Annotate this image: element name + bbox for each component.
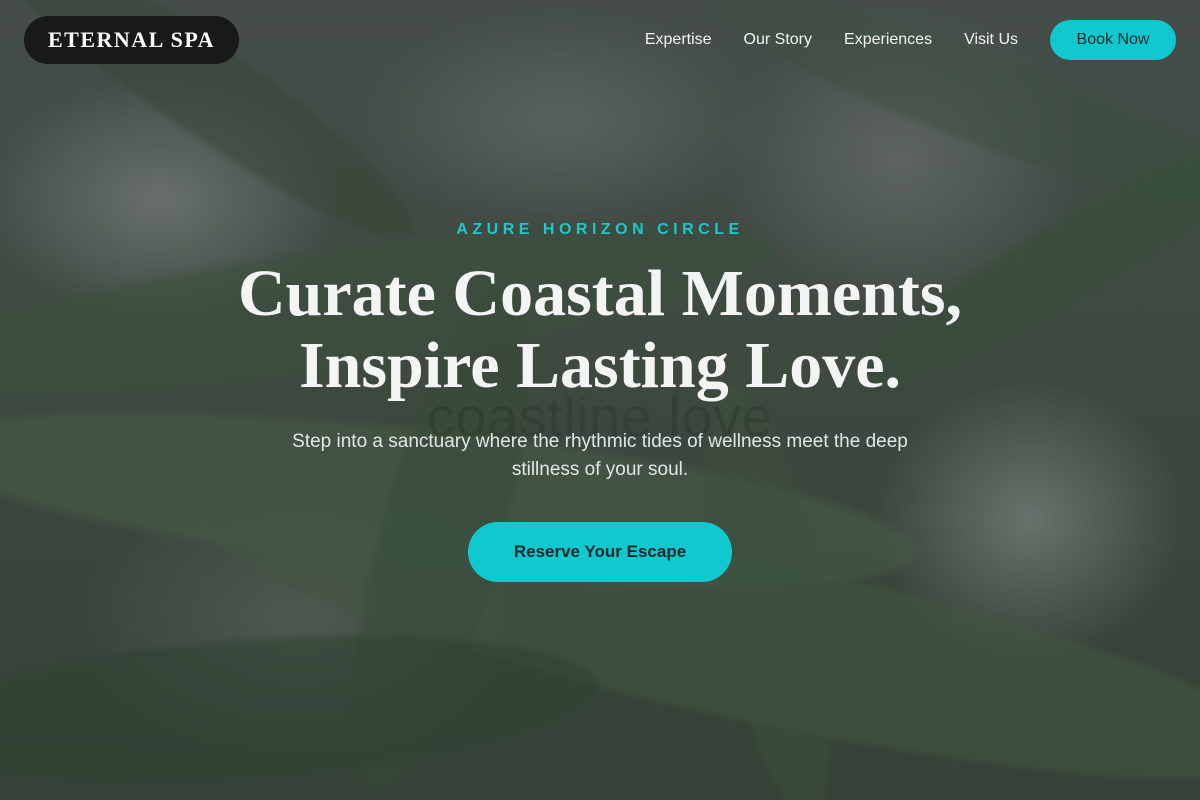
hero-subtitle: Step into a sanctuary where the rhythmic… <box>292 431 908 480</box>
nav-link-our-story[interactable]: Our Story <box>744 31 812 49</box>
hero-title-line-1: Curate Coastal Moments, <box>237 257 963 330</box>
brand-logo[interactable]: ETERNAL SPA <box>24 16 240 64</box>
nav-link-experiences[interactable]: Experiences <box>844 31 932 49</box>
nav-link-expertise[interactable]: Expertise <box>645 31 712 49</box>
top-navigation: ETERNAL SPA Expertise Our Story Experien… <box>24 16 1176 64</box>
hero-eyebrow: AZURE HORIZON CIRCLE <box>456 221 744 238</box>
reserve-escape-button[interactable]: Reserve Your Escape <box>468 522 732 582</box>
nav-links: Expertise Our Story Experiences Visit Us… <box>645 20 1176 60</box>
nav-link-visit-us[interactable]: Visit Us <box>964 31 1018 49</box>
book-now-button[interactable]: Book Now <box>1050 20 1176 60</box>
hero-title: Curate Coastal Moments, Inspire Lasting … <box>0 258 1200 402</box>
